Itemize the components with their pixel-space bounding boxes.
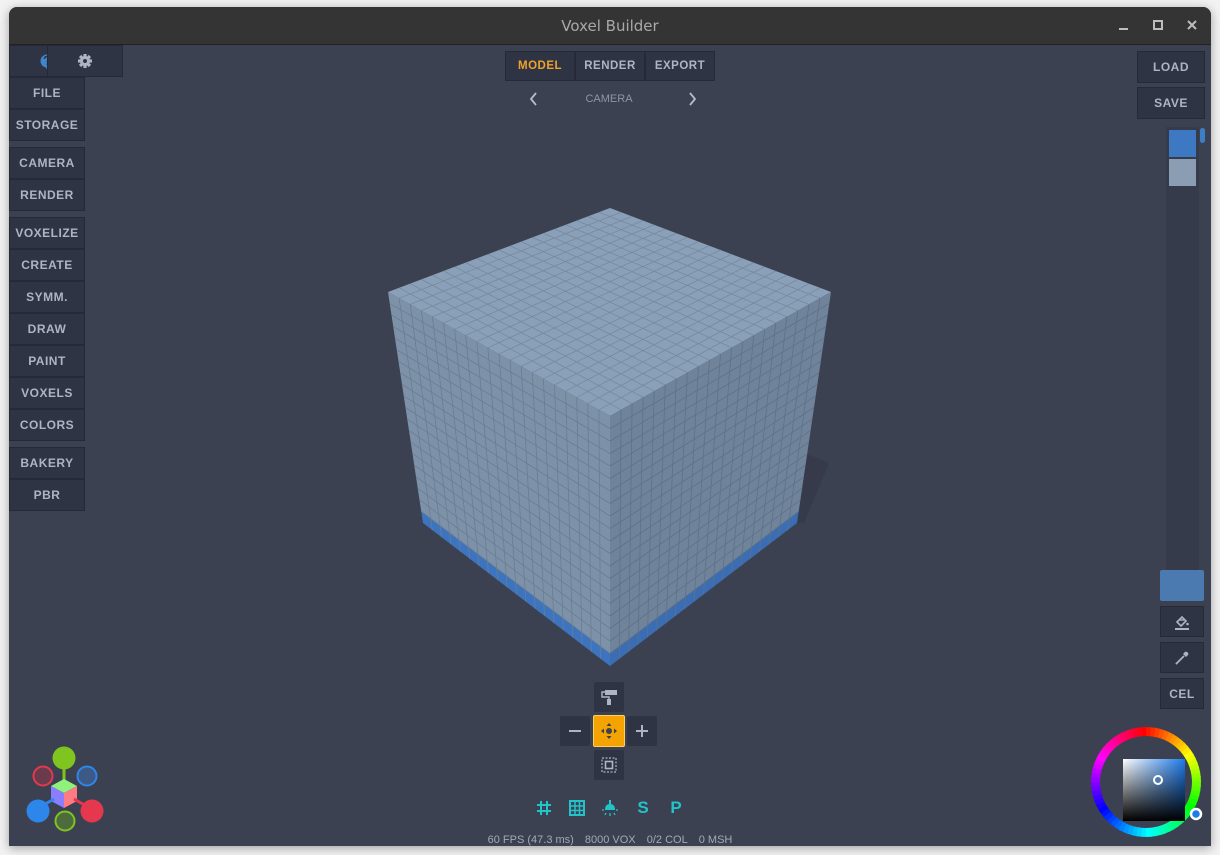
palette-list[interactable] xyxy=(1166,127,1199,577)
close-icon xyxy=(1187,20,1197,30)
mesh-count: 0 MSH xyxy=(698,834,733,846)
zoom-in-button[interactable] xyxy=(627,716,657,746)
camera-nav: CAMERA xyxy=(514,89,704,109)
fill-bucket-icon xyxy=(1175,615,1189,630)
sv-handle[interactable] xyxy=(1153,775,1163,785)
orientation-gizmo[interactable] xyxy=(21,743,111,838)
move-button[interactable] xyxy=(593,715,625,747)
camera-label: CAMERA xyxy=(585,93,633,105)
close-button[interactable] xyxy=(1183,17,1201,35)
mode-tabs: MODEL RENDER EXPORT xyxy=(505,51,715,81)
s-toggle[interactable]: S xyxy=(631,797,655,819)
maximize-button[interactable] xyxy=(1149,17,1167,35)
sidebar-item-file[interactable]: FILE xyxy=(9,77,85,109)
sidebar-item-colors[interactable]: COLORS xyxy=(9,409,85,441)
minimize-icon xyxy=(1119,28,1128,30)
sidebar-item-symm[interactable]: SYMM. xyxy=(9,281,85,313)
tab-export[interactable]: EXPORT xyxy=(645,51,715,81)
camera-prev-button[interactable] xyxy=(524,89,544,109)
grid-toggle[interactable] xyxy=(532,797,556,819)
title-bar: Voxel Builder xyxy=(9,7,1211,45)
move-icon xyxy=(601,723,617,739)
sidebar-item-voxels[interactable]: VOXELS xyxy=(9,377,85,409)
palette-swatch[interactable] xyxy=(1169,130,1196,157)
sidebar-group: CAMERA RENDER xyxy=(9,147,85,211)
sidebar-group: BAKERY PBR xyxy=(9,447,85,511)
grid-frame-icon xyxy=(569,800,585,816)
minus-icon xyxy=(569,730,581,732)
select-box-icon xyxy=(601,757,617,773)
sidebar-item-storage[interactable]: STORAGE xyxy=(9,109,85,141)
eyedropper-button[interactable] xyxy=(1160,642,1204,673)
app-window: Voxel Builder FILE STORAGE CAMERA RENDER… xyxy=(9,7,1211,846)
value-gradient-overlay xyxy=(1123,759,1185,821)
grid-icon xyxy=(537,801,551,815)
p-toggle[interactable]: P xyxy=(664,797,688,819)
plus-icon xyxy=(636,725,648,737)
hue-ring-segment[interactable] xyxy=(1191,781,1201,787)
sidebar-item-voxelize[interactable]: VOXELIZE xyxy=(9,217,85,249)
settings-button[interactable] xyxy=(47,45,123,77)
window-title: Voxel Builder xyxy=(561,17,659,35)
sidebar-item-render[interactable]: RENDER xyxy=(9,179,85,211)
sidebar-group: FILE STORAGE xyxy=(9,77,85,141)
gear-icon xyxy=(78,54,92,68)
neg-z-axis-handle[interactable] xyxy=(76,765,98,787)
sidebar-item-draw[interactable]: DRAW xyxy=(9,313,85,345)
view-toggles: S P xyxy=(532,797,688,819)
z-axis-handle[interactable] xyxy=(26,799,50,823)
x-axis-handle[interactable] xyxy=(80,799,104,823)
fps-readout: 60 FPS (47.3 ms) xyxy=(487,834,574,846)
status-bar: 60 FPS (47.3 ms) 8000 VOX 0/2 COL 0 MSH xyxy=(9,834,1211,846)
maximize-icon xyxy=(1153,20,1163,30)
voxel-count: 8000 VOX xyxy=(584,834,636,846)
paint-roller-icon xyxy=(601,690,617,705)
neg-x-axis-handle[interactable] xyxy=(32,765,54,787)
y-axis-handle[interactable] xyxy=(52,746,76,770)
load-button[interactable]: LOAD xyxy=(1137,51,1205,83)
color-picker[interactable] xyxy=(1089,725,1204,840)
palette-swatch[interactable] xyxy=(1169,159,1196,186)
chevron-right-icon xyxy=(689,92,697,106)
paint-roller-button[interactable] xyxy=(594,682,624,712)
neg-y-axis-handle[interactable] xyxy=(54,810,76,832)
tab-render[interactable]: RENDER xyxy=(575,51,645,81)
color-count: 0/2 COL xyxy=(646,834,688,846)
palette-scrollbar[interactable] xyxy=(1200,128,1205,143)
sidebar-group: VOXELIZE CREATE SYMM. DRAW PAINT VOXELS COLORS xyxy=(9,217,85,441)
sidebar-item-create[interactable]: CREATE xyxy=(9,249,85,281)
current-color-swatch[interactable] xyxy=(1160,570,1204,601)
zoom-out-button[interactable] xyxy=(560,716,590,746)
fill-button[interactable] xyxy=(1160,606,1204,637)
sidebar-item-pbr[interactable]: PBR xyxy=(9,479,85,511)
light-toggle[interactable] xyxy=(598,797,622,819)
chevron-left-icon xyxy=(529,92,537,106)
save-button[interactable]: SAVE xyxy=(1137,87,1205,119)
sidebar-item-paint[interactable]: PAINT xyxy=(9,345,85,377)
select-box-button[interactable] xyxy=(594,750,624,780)
viewport[interactable]: FILE STORAGE CAMERA RENDER VOXELIZE CREATE SYM… xyxy=(9,45,1211,846)
sidebar-item-bakery[interactable]: BAKERY xyxy=(9,447,85,479)
sidebar-item-camera[interactable]: CAMERA xyxy=(9,147,85,179)
tab-model[interactable]: MODEL xyxy=(505,51,575,81)
cel-button[interactable]: CEL xyxy=(1160,678,1204,709)
camera-next-button[interactable] xyxy=(682,89,702,109)
minimize-button[interactable] xyxy=(1115,17,1133,35)
grid-frame-toggle[interactable] xyxy=(565,797,589,819)
eyedropper-icon xyxy=(1175,651,1189,665)
light-icon xyxy=(602,800,618,816)
left-sidebar: FILE STORAGE CAMERA RENDER VOXELIZE CREATE SYM… xyxy=(9,45,123,511)
hue-handle[interactable] xyxy=(1189,807,1203,821)
